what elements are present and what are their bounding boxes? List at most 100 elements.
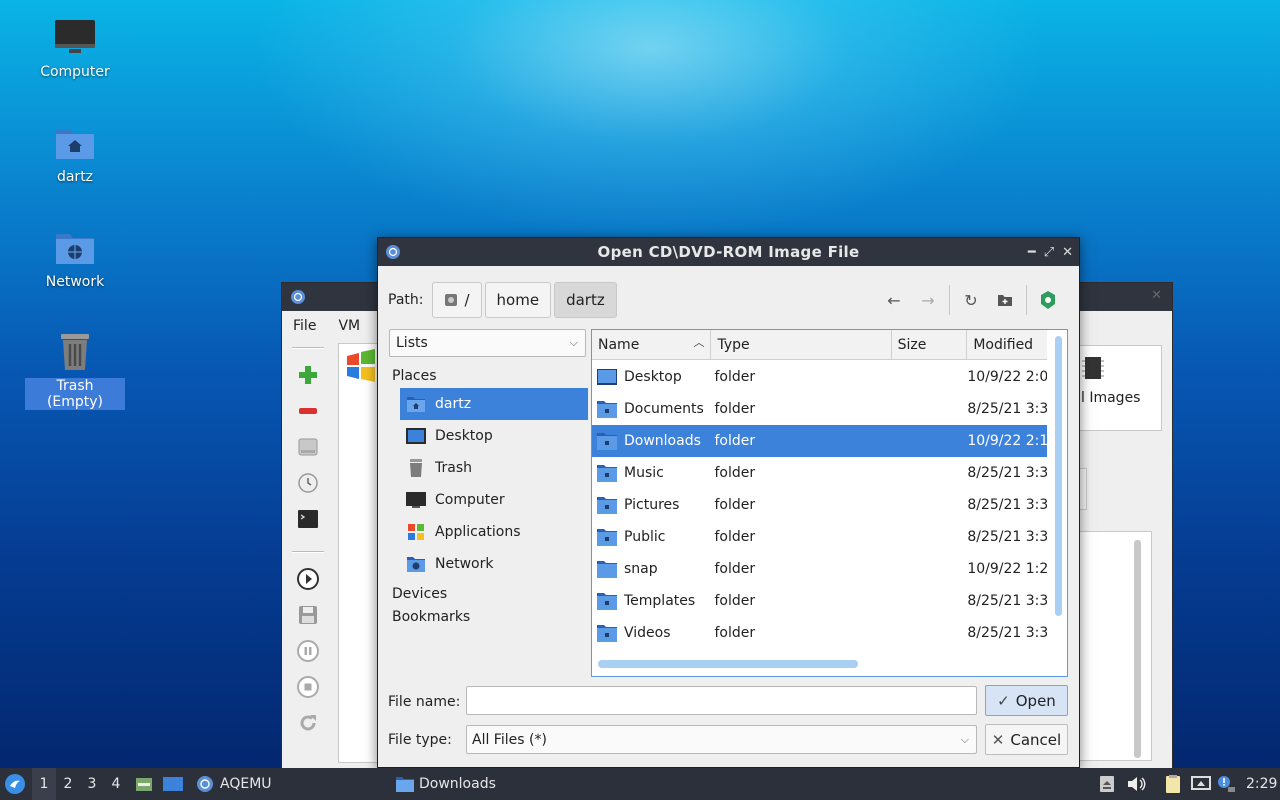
file-name: Public [624, 529, 666, 545]
add-vm-icon[interactable] [288, 357, 328, 393]
clock[interactable]: 2:29 [1246, 768, 1277, 800]
combo-value: Lists [396, 335, 428, 351]
tray-network[interactable] [1190, 768, 1212, 800]
file-name-input[interactable] [466, 686, 977, 715]
cancel-button[interactable]: ✕ Cancel [985, 724, 1068, 755]
file-row[interactable]: Downloads folder 10/9/22 2:1 [592, 425, 1047, 457]
workspace-3[interactable]: 3 [80, 768, 104, 800]
place-label: Network [435, 556, 494, 572]
reset-icon[interactable] [288, 705, 328, 741]
stop-icon[interactable] [288, 669, 328, 705]
tray-clipboard[interactable] [1163, 768, 1183, 800]
bookmarks-header[interactable]: Bookmarks [389, 605, 588, 629]
file-row[interactable]: Pictures folder 8/25/21 3:3 [592, 489, 1047, 521]
file-row[interactable]: Videos folder 8/25/21 3:3 [592, 617, 1047, 649]
update-notifier-icon [1218, 776, 1235, 792]
crumb-dartz[interactable]: dartz [554, 282, 617, 318]
clock-label: 2:29 [1246, 776, 1278, 792]
details-scrollbar[interactable] [1134, 540, 1141, 758]
file-row[interactable]: Templates folder 8/25/21 3:3 [592, 585, 1047, 617]
file-name: Downloads [624, 433, 701, 449]
desktop-icon-trash[interactable]: Trash (Empty) [25, 330, 125, 410]
terminal-icon[interactable] [288, 501, 328, 537]
file-list[interactable]: Name ︿ Type Size Modified Desktop folder 1… [591, 329, 1068, 677]
place-item-trash[interactable]: Trash [400, 452, 588, 484]
play-icon[interactable] [288, 561, 328, 597]
lubuntu-logo-icon [5, 774, 25, 794]
file-name-label: File name: [388, 694, 461, 710]
place-item-computer[interactable]: Computer [400, 484, 588, 516]
crumb-home[interactable]: home [484, 282, 552, 318]
aqemu-toolbar [288, 345, 328, 741]
task-aqemu[interactable]: AQEMU [196, 768, 272, 800]
applications-icon [406, 523, 426, 541]
disk-icon[interactable] [288, 429, 328, 465]
file-row[interactable]: Documents folder 8/25/21 3:3 [592, 393, 1047, 425]
wallpaper-glow [250, 0, 1050, 240]
menu-file[interactable]: File [293, 318, 316, 334]
save-icon[interactable] [288, 597, 328, 633]
column-type[interactable]: Type [711, 330, 892, 360]
file-name: Pictures [624, 497, 680, 513]
sidebar-view-combo[interactable]: Lists ⌵ [389, 329, 586, 357]
taskbar: 1 2 3 4 AQEMU Downloads 2:29 [0, 768, 1280, 800]
desktop-icon-label: Trash (Empty) [25, 378, 125, 410]
toolbar-separator [292, 347, 324, 349]
place-item-applications[interactable]: Applications [400, 516, 588, 548]
file-type-select[interactable]: All Files (*) ⌵ [466, 725, 977, 754]
maximize-icon[interactable]: ⤢ [1044, 245, 1054, 260]
file-row[interactable]: snap folder 10/9/22 1:2 [592, 553, 1047, 585]
show-desktop-launcher[interactable] [162, 768, 184, 800]
file-row[interactable]: Desktop folder 10/9/22 2:0 [592, 361, 1047, 393]
column-name[interactable]: Name ︿ [592, 330, 712, 360]
file-name: Documents [624, 401, 704, 417]
file-row[interactable]: Music folder 8/25/21 3:3 [592, 457, 1047, 489]
devices-header[interactable]: Devices [389, 582, 588, 606]
menu-vm[interactable]: VM [338, 318, 360, 334]
file-row[interactable]: Public folder 8/25/21 3:3 [592, 521, 1047, 553]
forward-icon[interactable]: → [911, 282, 945, 318]
network-status-icon [1191, 776, 1211, 790]
crumb-root[interactable]: / [432, 282, 482, 318]
file-name: Templates [624, 593, 696, 609]
tray-eject[interactable] [1098, 768, 1116, 800]
qt-dialog-icon[interactable] [1031, 282, 1065, 318]
tray-volume[interactable] [1126, 768, 1146, 800]
desktop-icon-home[interactable]: dartz [25, 121, 125, 185]
horizontal-scrollbar[interactable] [598, 660, 858, 668]
place-item-dartz[interactable]: dartz [400, 388, 588, 420]
start-menu-button[interactable] [4, 768, 26, 800]
desktop-icon-network[interactable]: Network [25, 226, 125, 290]
places-header[interactable]: Places [389, 364, 588, 388]
place-label: Trash [435, 460, 472, 476]
images-panel[interactable]: l Images [1072, 345, 1162, 431]
new-folder-icon[interactable] [988, 282, 1022, 318]
workspace-1[interactable]: 1 [32, 768, 56, 800]
workspace-2[interactable]: 2 [56, 768, 80, 800]
reload-icon[interactable]: ↻ [954, 282, 988, 318]
task-downloads[interactable]: Downloads [395, 768, 496, 800]
pause-icon[interactable] [288, 633, 328, 669]
file-manager-launcher[interactable] [135, 768, 153, 800]
column-modified[interactable]: Modified [967, 330, 1047, 360]
file-type: folder [714, 465, 756, 481]
aqemu-window-controls: ✕ [1151, 288, 1162, 303]
clipboard-icon [1166, 775, 1180, 793]
remove-vm-icon[interactable] [288, 393, 328, 429]
clock-icon[interactable] [288, 465, 328, 501]
close-icon[interactable]: ✕ [1062, 245, 1073, 260]
workspace-4[interactable]: 4 [104, 768, 128, 800]
tray-updates[interactable] [1216, 768, 1236, 800]
desktop-icon-computer[interactable]: Computer [25, 16, 125, 80]
file-modified: 8/25/21 3:3 [967, 401, 1047, 417]
open-button-label: Open [1015, 691, 1056, 710]
minimize-icon[interactable]: ━ [1028, 245, 1036, 260]
column-size[interactable]: Size [892, 330, 968, 360]
back-icon[interactable]: ← [877, 282, 911, 318]
open-button[interactable]: ✓ Open [985, 685, 1068, 716]
place-label: Computer [435, 492, 505, 508]
place-item-desktop[interactable]: Desktop [400, 420, 588, 452]
vertical-scrollbar[interactable] [1055, 336, 1062, 616]
place-item-network[interactable]: Network [400, 548, 588, 580]
path-label: Path: [388, 292, 424, 308]
